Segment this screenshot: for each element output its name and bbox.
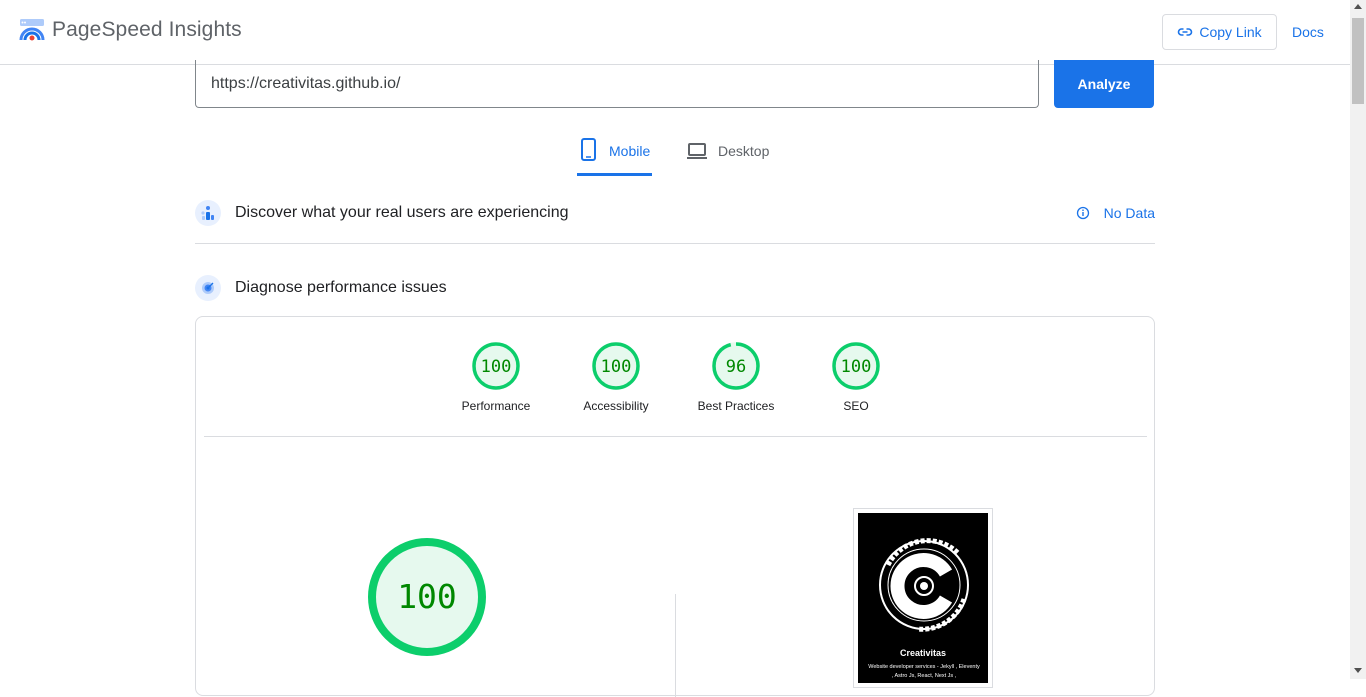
- gauge-seo[interactable]: 100 SEO: [801, 341, 911, 413]
- laptop-icon: [687, 143, 707, 159]
- report-card: 100 Performance 100 Accessibility 96 Bes…: [195, 316, 1156, 697]
- no-data-status[interactable]: No Data: [1076, 205, 1155, 221]
- top-app-bar: PageSpeed Insights Copy Link Docs: [0, 0, 1350, 65]
- section-divider: [195, 243, 1155, 244]
- link-icon: [1178, 28, 1193, 36]
- info-icon: [1076, 206, 1089, 220]
- category-gauges: 100 Performance 100 Accessibility 96 Bes…: [196, 341, 1156, 421]
- score-value: 100: [601, 357, 632, 377]
- gauge-performance[interactable]: 100 Performance: [441, 341, 551, 413]
- page-scrollbar[interactable]: [1350, 0, 1366, 679]
- copy-link-label: Copy Link: [1199, 24, 1262, 40]
- lab-data-section: Diagnose performance issues: [195, 274, 1155, 302]
- screenshot-viewport: Creativitas Website developer services -…: [858, 513, 988, 683]
- screenshot-site-title: Creativitas: [899, 648, 947, 658]
- score-ring-performance: 100: [472, 342, 520, 390]
- scroll-down-arrow-icon[interactable]: [1354, 668, 1362, 673]
- gauge-label: Accessibility: [583, 399, 649, 413]
- scroll-up-arrow-icon[interactable]: [1354, 4, 1362, 9]
- pagespeed-logo-icon[interactable]: [19, 18, 45, 44]
- vertical-divider: [675, 594, 676, 697]
- smartphone-icon: [581, 138, 596, 161]
- card-divider: [204, 436, 1147, 437]
- gauge-label: SEO: [843, 399, 869, 413]
- copy-link-button[interactable]: Copy Link: [1162, 14, 1277, 50]
- gauge-accessibility[interactable]: 100 Accessibility: [561, 341, 671, 413]
- diagnose-icon: [195, 275, 221, 301]
- score-value: 96: [726, 357, 746, 377]
- url-input[interactable]: https://creativitas.github.io/: [195, 60, 1039, 108]
- analyze-button[interactable]: Analyze: [1054, 60, 1154, 108]
- gauge-label: Performance: [461, 399, 531, 413]
- lab-data-title: Diagnose performance issues: [235, 279, 447, 296]
- main-score-value: 100: [397, 577, 457, 616]
- score-ring-seo: 100: [832, 342, 880, 390]
- gauge-best-practices[interactable]: 96 Best Practices: [681, 341, 791, 413]
- scroll-thumb[interactable]: [1352, 18, 1364, 104]
- final-screenshot: Creativitas Website developer services -…: [853, 508, 993, 688]
- score-ring-best-practices: 96: [712, 342, 760, 390]
- users-chart-icon: [195, 200, 221, 226]
- tab-desktop[interactable]: Desktop: [686, 138, 769, 176]
- gauge-label: Best Practices: [697, 399, 775, 413]
- tab-mobile[interactable]: Mobile: [577, 138, 652, 176]
- field-data-section[interactable]: Discover what your real users are experi…: [195, 199, 1155, 227]
- performance-main-gauge: 100: [368, 538, 486, 656]
- docs-link[interactable]: Docs: [1292, 24, 1324, 40]
- score-value: 100: [841, 357, 872, 377]
- score-ring-accessibility: 100: [592, 342, 640, 390]
- creativitas-logo-icon: [879, 538, 969, 632]
- score-value: 100: [481, 357, 512, 377]
- tab-mobile-label: Mobile: [609, 143, 651, 159]
- no-data-label: No Data: [1103, 205, 1155, 221]
- screenshot-site-description: Website developer services - Jekyll , El…: [868, 664, 980, 679]
- tab-desktop-label: Desktop: [718, 143, 770, 159]
- app-title[interactable]: PageSpeed Insights: [52, 18, 242, 42]
- field-data-title: Discover what your real users are experi…: [235, 204, 569, 221]
